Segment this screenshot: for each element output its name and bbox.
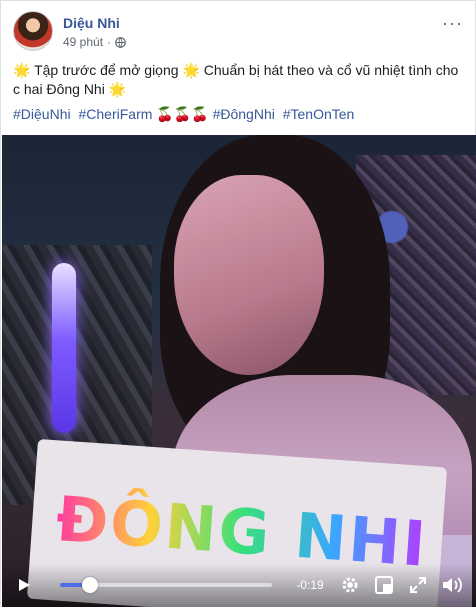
video-player[interactable]: ĐÔNG NHI <box>2 135 476 607</box>
fullscreen-button[interactable] <box>406 573 430 597</box>
post-card: Diệu Nhi 49 phút · ··· 🌟 Tập trước để mở… <box>0 0 476 607</box>
play-button[interactable] <box>12 573 36 597</box>
post-meta: 49 phút · <box>63 35 126 49</box>
cherry-emoji: 🍒🍒🍒 <box>156 106 209 122</box>
post-header: Diệu Nhi 49 phút · ··· <box>13 11 463 55</box>
sun-emoji: 🌟 <box>182 62 200 78</box>
person-face <box>174 175 324 375</box>
time-remaining: -0:19 <box>296 578 324 592</box>
post-text: 🌟 Tập trước để mở giọng 🌟 Chuẩn bị hát t… <box>13 61 465 99</box>
hashtags: #DiệuNhi #CheriFarm 🍒🍒🍒 #ĐôngNhi #TenOnTe… <box>13 105 465 124</box>
play-icon <box>19 579 30 591</box>
gear-icon <box>342 577 358 593</box>
volume-icon <box>443 577 462 593</box>
avatar[interactable] <box>13 11 53 51</box>
more-options-button[interactable]: ··· <box>442 13 463 34</box>
volume-button[interactable] <box>440 573 464 597</box>
pip-button[interactable] <box>372 573 396 597</box>
hashtag-dieunhi[interactable]: #DiệuNhi <box>13 106 71 122</box>
author-name[interactable]: Diệu Nhi <box>63 15 120 31</box>
post-time[interactable]: 49 phút <box>63 35 103 49</box>
globe-icon[interactable] <box>115 36 126 48</box>
post-text-line2: Chuẩn bị hát theo và cổ vũ nhiệt tình ch… <box>203 62 459 78</box>
sun-emoji: 🌟 <box>13 62 31 78</box>
expand-icon <box>410 577 426 593</box>
progress-knob[interactable] <box>81 577 98 593</box>
video-progress-bar[interactable] <box>60 577 272 593</box>
lightstick <box>52 263 76 433</box>
post-text-line3: c hai Đông Nhi <box>13 81 105 97</box>
hashtag-dongnhi[interactable]: #ĐôngNhi <box>213 106 275 122</box>
hashtag-cherifarm[interactable]: #CheriFarm <box>78 106 152 122</box>
settings-button[interactable] <box>338 573 362 597</box>
hashtag-tenonten[interactable]: #TenOnTen <box>283 106 355 122</box>
picture-in-picture-icon <box>375 576 393 594</box>
video-controls: -0:19 <box>2 563 476 607</box>
sun-emoji: 🌟 <box>108 81 127 97</box>
post-text-line1: Tập trước để mở giọng <box>34 62 179 78</box>
